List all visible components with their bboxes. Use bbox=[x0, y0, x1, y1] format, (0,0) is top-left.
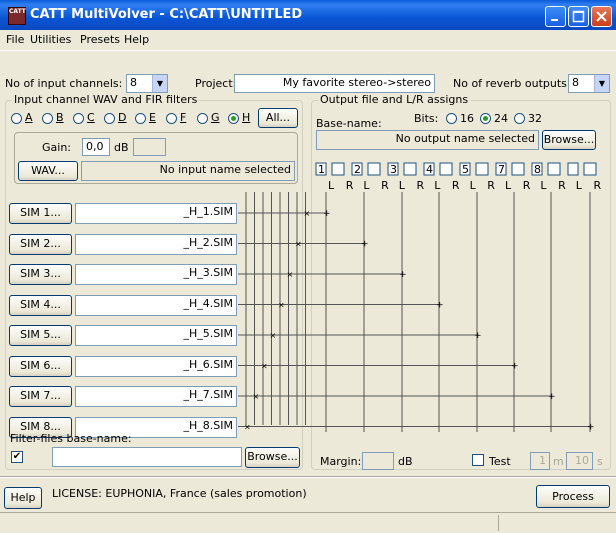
output-channel-checkbox bbox=[331, 162, 345, 176]
output-channel-number: 3 bbox=[390, 163, 397, 176]
lr-label: L bbox=[540, 179, 547, 192]
test-checkbox[interactable] bbox=[472, 454, 484, 466]
status-bar bbox=[0, 512, 616, 533]
lr-label: R bbox=[558, 179, 566, 192]
lr-label: L bbox=[363, 179, 370, 192]
test-value-1: 1 bbox=[530, 452, 550, 470]
bus-junction: × bbox=[287, 270, 294, 279]
output-channel-checkbox bbox=[583, 162, 597, 176]
bus-junction: × bbox=[244, 423, 251, 432]
lr-label: R bbox=[346, 179, 354, 192]
lr-label: L bbox=[399, 179, 406, 192]
bus-junction: × bbox=[261, 362, 268, 371]
route-node: + bbox=[511, 362, 519, 372]
output-channel-number: 4 bbox=[426, 163, 433, 176]
lr-label: L bbox=[576, 179, 583, 192]
bus-junction: × bbox=[304, 209, 311, 218]
license-text: LICENSE: EUPHONIA, France (sales promoti… bbox=[52, 487, 307, 500]
output-channel-number: 2 bbox=[354, 163, 361, 176]
test-value-2: 10 bbox=[566, 452, 593, 470]
bus-junction: × bbox=[295, 240, 302, 249]
test-unit-2: s bbox=[597, 455, 603, 468]
output-channel-checkbox bbox=[547, 162, 561, 176]
route-node: + bbox=[323, 209, 331, 219]
output-channel-box bbox=[567, 162, 579, 176]
output-channel-checkbox bbox=[511, 162, 525, 176]
route-node: + bbox=[548, 392, 556, 402]
routing-matrix: 1 2 3 4 5 7 8L R L R L R L R L R L R L R L R+×+×+×+×+×+×+×+× bbox=[238, 162, 602, 433]
main-window: CATT CATT MultiVolver - C:\CATT\UNTITLED… bbox=[0, 0, 616, 533]
bus-junction: × bbox=[278, 301, 285, 310]
lr-label: R bbox=[594, 179, 602, 192]
output-channel-number: 5 bbox=[462, 163, 469, 176]
lr-label: L bbox=[434, 179, 441, 192]
route-node: + bbox=[399, 270, 407, 280]
route-node: + bbox=[361, 240, 369, 250]
output-channel-checkbox bbox=[367, 162, 381, 176]
output-channel-number: 7 bbox=[498, 163, 505, 176]
route-node: + bbox=[587, 423, 595, 433]
test-unit-1: m bbox=[553, 455, 564, 468]
output-channel-checkbox bbox=[403, 162, 417, 176]
route-node: + bbox=[474, 331, 482, 341]
bus-junction: × bbox=[253, 392, 260, 401]
test-label[interactable]: Test bbox=[489, 455, 511, 468]
lr-label: R bbox=[417, 179, 425, 192]
output-channel-checkbox bbox=[475, 162, 489, 176]
lr-label: L bbox=[470, 179, 477, 192]
bus-junction: × bbox=[270, 331, 277, 340]
margin-label: Margin: bbox=[320, 455, 362, 468]
footer-separator bbox=[0, 476, 616, 478]
lr-label: R bbox=[381, 179, 389, 192]
margin-field bbox=[362, 452, 394, 470]
status-divider bbox=[498, 515, 499, 531]
output-channel-number: 8 bbox=[534, 163, 541, 176]
output-channel-number: 1 bbox=[318, 163, 325, 176]
route-node: + bbox=[436, 301, 444, 311]
lr-label: R bbox=[523, 179, 531, 192]
lr-label: L bbox=[505, 179, 512, 192]
lr-label: L bbox=[328, 179, 335, 192]
output-channel-checkbox bbox=[439, 162, 453, 176]
margin-unit: dB bbox=[398, 455, 413, 468]
lr-label: R bbox=[452, 179, 460, 192]
process-button[interactable]: Process bbox=[536, 485, 610, 508]
lr-label: R bbox=[487, 179, 495, 192]
help-button[interactable]: Help bbox=[4, 487, 42, 509]
